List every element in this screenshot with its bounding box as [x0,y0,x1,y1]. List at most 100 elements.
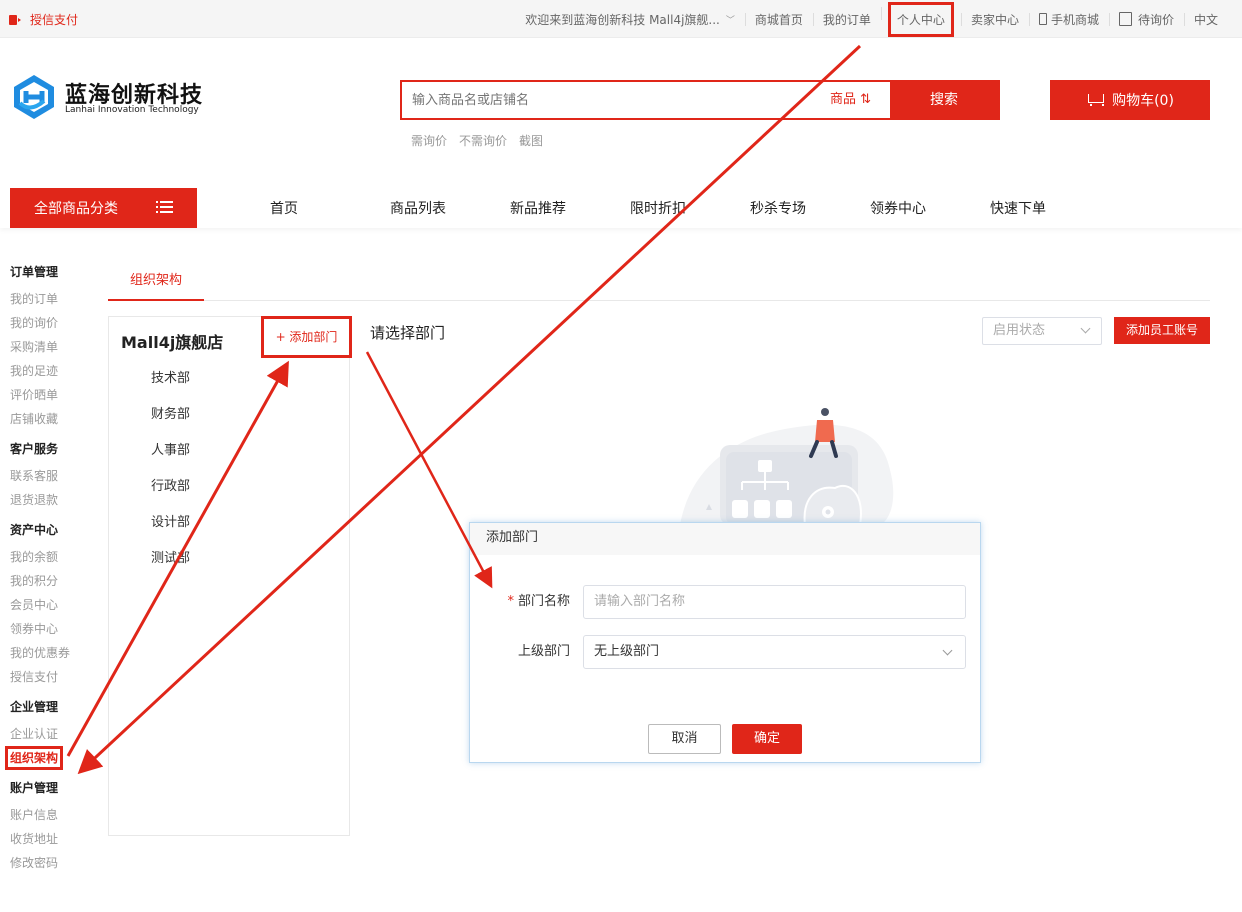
sidebar-item[interactable]: 联系客服 [10,464,80,488]
empty-state-illustration [680,408,894,526]
sidebar-group-account: 账户管理 账户信息 收货地址 修改密码 [10,778,80,875]
add-staff-account-button[interactable]: 添加员工账号 [1114,317,1210,344]
department-item[interactable]: 人事部 [151,437,190,473]
search-input[interactable] [402,82,830,118]
welcome-dropdown[interactable]: 欢迎来到蓝海创新科技 Mall4j旗舰... ﹀ [515,11,745,28]
sidebar-item[interactable]: 我的积分 [10,569,80,593]
department-item[interactable]: 设计部 [151,509,190,545]
sidebar-item-label: 组织架构 [4,746,64,770]
chevron-down-icon [942,645,953,656]
top-link-home[interactable]: 商城首页 [744,11,813,28]
hot-keyword[interactable]: 截图 [519,132,543,149]
department-name-label: * 部门名称 [507,585,570,619]
content-tabs: 组织架构 [108,262,1210,301]
status-select[interactable]: 启用状态 [982,317,1102,345]
parent-department-select[interactable]: 无上级部门 [583,635,966,669]
sidebar-item[interactable]: 修改密码 [10,851,80,875]
swap-icon: ⇅ [856,92,872,107]
sidebar-item[interactable]: 企业认证 [10,722,80,746]
sidebar-item[interactable]: 我的询价 [10,311,80,335]
top-link-seller-center[interactable]: 卖家中心 [960,11,1029,28]
sidebar-group-orders: 订单管理 我的订单 我的询价 采购清单 我的足迹 评价晒单 店铺收藏 [10,262,80,431]
menu-icon [156,201,173,214]
nav-link-home[interactable]: 首页 [256,198,376,218]
logo-icon [14,75,54,119]
department-item[interactable]: 测试部 [151,545,190,581]
department-name-row: * 部门名称 请输入部门名称 [470,585,982,619]
store-name: Mall4j旗舰店 [121,333,224,352]
nav-link-products[interactable]: 商品列表 [376,198,496,218]
tab-org-structure[interactable]: 组织架构 [108,262,204,301]
credit-pay-label: 授信支付 [30,13,79,27]
sidebar-group-service: 客户服务 联系客服 退货退款 [10,439,80,512]
top-links: 欢迎来到蓝海创新科技 Mall4j旗舰... ﹀ 商城首页 我的订单 个人中心 … [515,0,1228,38]
hot-keywords: 需询价 不需询价 截图 [411,132,543,149]
department-item[interactable]: 行政部 [151,473,190,509]
brand-subtitle: Lanhai Innovation Technology [65,105,199,115]
welcome-text: 欢迎来到蓝海创新科技 Mall4j旗舰... [525,12,720,27]
cart-icon [1086,93,1105,107]
top-link-language[interactable]: 中文 [1183,11,1228,28]
sidebar-item[interactable]: 授信支付 [10,665,80,689]
department-name-placeholder: 请输入部门名称 [594,594,686,609]
phone-icon [1038,13,1047,25]
brand-logo[interactable]: 蓝海创新科技 Lanhai Innovation Technology [10,73,210,123]
sidebar-group-title: 订单管理 [10,265,59,279]
sidebar-item[interactable]: 领券中心 [10,617,80,641]
all-categories-button[interactable]: 全部商品分类 [10,188,197,228]
personal-center-label: 个人中心 [887,1,954,37]
nav-link-discount[interactable]: 限时折扣 [616,198,736,218]
department-name-label-text: 部门名称 [517,594,570,609]
top-link-personal-center[interactable]: 个人中心 [880,1,961,37]
nav-link-new[interactable]: 新品推荐 [496,198,616,218]
mobile-mall-label: 手机商城 [1050,12,1099,27]
document-icon [1118,12,1132,26]
nav-link-coupons[interactable]: 领券中心 [856,198,976,218]
hot-keyword[interactable]: 不需询价 [459,132,507,149]
department-item[interactable]: 技术部 [151,365,190,401]
sidebar-item[interactable]: 采购清单 [10,335,80,359]
parent-department-label: 上级部门 [517,644,570,659]
required-mark-icon: * [507,594,514,609]
search-scope-toggle[interactable]: 商品 ⇅ [830,82,890,118]
sidebar-item-org-structure[interactable]: 组织架构 [4,746,80,770]
top-link-pending-inquiry[interactable]: 待询价 [1108,11,1184,28]
sidebar-item[interactable]: 评价晒单 [10,383,80,407]
sidebar-item[interactable]: 退货退款 [10,488,80,512]
add-department-button[interactable]: + 添加部门 [261,316,352,358]
sidebar-item[interactable]: 我的足迹 [10,359,80,383]
search-button[interactable]: 搜索 [890,82,998,118]
parent-department-row: 上级部门 无上级部门 [470,635,982,669]
sidebar-item[interactable]: 店铺收藏 [10,407,80,431]
choose-department-title: 请选择部门 [370,324,446,342]
sidebar-item[interactable]: 收货地址 [10,827,80,851]
status-select-placeholder: 启用状态 [993,323,1046,338]
search-scope-label: 商品 [830,92,857,107]
sidebar-group-assets: 资产中心 我的余额 我的积分 会员中心 领券中心 我的优惠券 授信支付 [10,520,80,689]
nav-link-quick-order[interactable]: 快速下单 [976,198,1096,218]
sidebar-item[interactable]: 我的订单 [10,287,80,311]
department-panel: Mall4j旗舰店 + 添加部门 技术部 财务部 人事部 行政部 设计部 测试部 [108,316,352,836]
sidebar-group-title: 企业管理 [10,700,59,714]
search-bar: 商品 ⇅ 搜索 [400,80,1000,120]
cancel-button[interactable]: 取消 [648,724,721,754]
sidebar-item[interactable]: 会员中心 [10,593,80,617]
department-name-input[interactable]: 请输入部门名称 [583,585,966,619]
add-department-dialog: 添加部门 * 部门名称 请输入部门名称 上级部门 无上级部门 取消 确定 [469,522,981,763]
department-list: 技术部 财务部 人事部 行政部 设计部 测试部 [151,365,190,581]
sidebar-item[interactable]: 账户信息 [10,803,80,827]
top-link-mobile-mall[interactable]: 手机商城 [1028,11,1109,28]
nav-links: 首页 商品列表 新品推荐 限时折扣 秒杀专场 领券中心 快速下单 [256,188,1096,228]
sidebar-item[interactable]: 我的余额 [10,545,80,569]
credit-pay-link[interactable]: 授信支付 [8,11,78,28]
pending-inquiry-label: 待询价 [1137,12,1174,27]
hot-keyword[interactable]: 需询价 [411,132,447,149]
top-link-orders[interactable]: 我的订单 [812,11,881,28]
confirm-button[interactable]: 确定 [732,724,802,754]
cart-button[interactable]: 购物车(0) [1050,80,1210,120]
sidebar-group-enterprise: 企业管理 企业认证 组织架构 [4,697,80,770]
sidebar-item[interactable]: 我的优惠券 [10,641,80,665]
department-item[interactable]: 财务部 [151,401,190,437]
main-nav: 全部商品分类 首页 商品列表 新品推荐 限时折扣 秒杀专场 领券中心 快速下单 [0,186,1242,228]
nav-link-flash-sale[interactable]: 秒杀专场 [736,198,856,218]
